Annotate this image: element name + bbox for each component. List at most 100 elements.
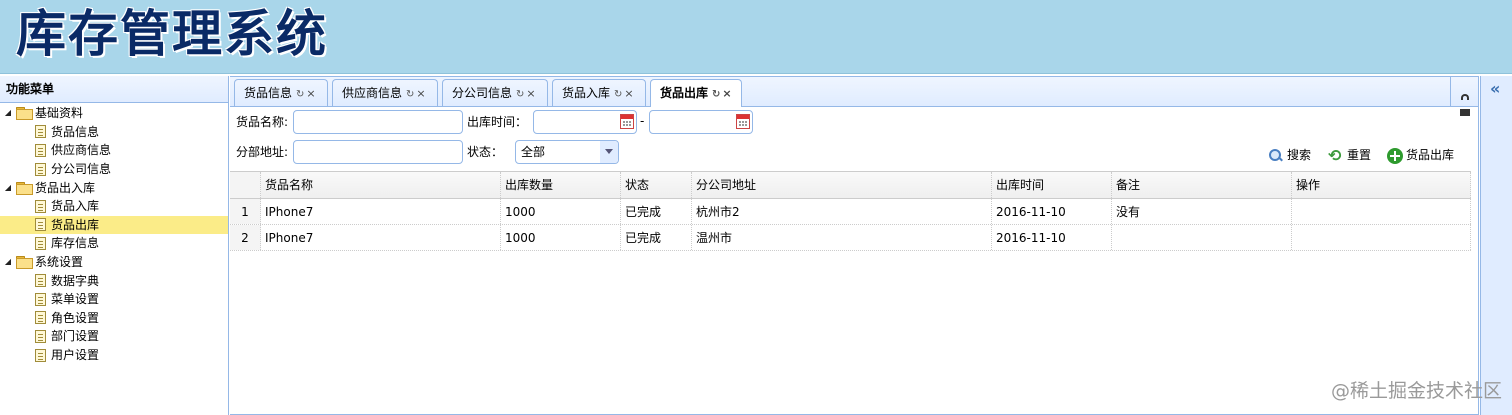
folder-open-icon — [16, 256, 33, 270]
cell-operation — [1292, 199, 1471, 224]
menu-tree: ◢ 基础资料 货品信息 供应商信息 分公司信息 ◢ 货品出入库 货品入库 货品出… — [0, 103, 228, 364]
cell-remark: 没有 — [1112, 199, 1292, 224]
folder-open-icon — [16, 181, 33, 195]
cell-branch-address: 杭州市2 — [692, 199, 992, 224]
row-number: 2 — [230, 225, 261, 250]
tree-group-basic-data[interactable]: ◢ 基础资料 — [0, 104, 228, 123]
app-header: 库存管理系统 — [0, 0, 1512, 74]
tree-item-menu-settings[interactable]: 菜单设置 — [0, 290, 228, 309]
tab-strip: 货品信息 ↻ × 供应商信息 ↻ × 分公司信息 ↻ × 货品入库 ↻ × 货品出库 ↻ × — [230, 77, 1478, 116]
outbound-button-label: 货品出库 — [1406, 148, 1455, 162]
expand-icon[interactable]: ◢ — [2, 104, 14, 122]
app-title: 库存管理系统 — [16, 5, 328, 63]
file-icon — [35, 162, 46, 176]
cell-quantity: 1000 — [501, 225, 621, 250]
start-date-input[interactable] — [533, 110, 637, 134]
tree-group-label: 基础资料 — [35, 106, 84, 121]
column-header[interactable]: 出库数量 — [501, 172, 621, 198]
column-header[interactable]: 分公司地址 — [692, 172, 992, 198]
reset-button[interactable]: 重置 — [1328, 144, 1371, 167]
status-label: 状态： — [467, 145, 504, 159]
tree-item-goods-inbound[interactable]: 货品入库 — [0, 197, 228, 216]
goods-name-input[interactable] — [293, 110, 463, 134]
row-number: 1 — [230, 199, 261, 224]
tree-item-label: 部门设置 — [51, 329, 100, 344]
column-header[interactable]: 备注 — [1112, 172, 1292, 198]
close-icon[interactable]: × — [306, 81, 315, 107]
double-chevron-left-icon[interactable]: « — [1490, 79, 1500, 98]
tab-supplier-info[interactable]: 供应商信息 ↻ × — [332, 79, 438, 106]
refresh-icon[interactable]: ↻ — [712, 82, 720, 108]
close-icon[interactable]: × — [624, 81, 633, 107]
tree-group-goods-in-out[interactable]: ◢ 货品出入库 — [0, 178, 228, 197]
tree-item-supplier-info[interactable]: 供应商信息 — [0, 141, 228, 160]
refresh-icon[interactable]: ↻ — [516, 82, 524, 108]
tree-item-label: 角色设置 — [51, 310, 100, 325]
close-icon[interactable]: × — [722, 81, 731, 107]
column-header[interactable]: 状态 — [621, 172, 692, 198]
tree-group-system-settings[interactable]: ◢ 系统设置 — [0, 253, 228, 272]
file-icon — [35, 236, 46, 250]
status-select[interactable]: 全部 — [515, 140, 619, 164]
sidebar-title: 功能菜单 — [0, 76, 228, 103]
end-date-input[interactable] — [649, 110, 753, 134]
cell-quantity: 1000 — [501, 199, 621, 224]
grid-header: 货品名称 出库数量 状态 分公司地址 出库时间 备注 操作 — [230, 172, 1471, 199]
outbound-button[interactable]: 货品出库 — [1387, 144, 1454, 166]
refresh-icon[interactable]: ↻ — [406, 82, 414, 108]
calendar-icon[interactable] — [620, 114, 634, 129]
sidebar: 功能菜单 ◢ 基础资料 货品信息 供应商信息 分公司信息 ◢ 货品出入库 货品入… — [0, 76, 229, 415]
tree-item-label: 数据字典 — [51, 273, 100, 288]
branch-address-label: 分部地址: — [236, 145, 289, 159]
expand-icon[interactable]: ◢ — [2, 179, 14, 197]
cell-operation — [1292, 225, 1471, 250]
table-row[interactable]: 1 IPhone7 1000 已完成 杭州市2 2016-11-10 没有 — [230, 199, 1471, 225]
close-icon[interactable]: × — [416, 81, 425, 107]
cell-status: 已完成 — [621, 225, 692, 250]
tree-item-stock-info[interactable]: 库存信息 — [0, 234, 228, 253]
tree-item-branch-info[interactable]: 分公司信息 — [0, 160, 228, 179]
file-icon — [35, 125, 46, 139]
cell-outbound-time: 2016-11-10 — [992, 199, 1112, 224]
rownum-header — [230, 172, 261, 198]
search-button[interactable]: 搜索 — [1268, 144, 1311, 166]
tab-branch-info[interactable]: 分公司信息 ↻ × — [442, 79, 548, 106]
tab-goods-outbound[interactable]: 货品出库 ↻ × — [650, 79, 742, 107]
outbound-datagrid: 货品名称 出库数量 状态 分公司地址 出库时间 备注 操作 1 IPhone7 … — [230, 171, 1471, 251]
tree-item-department-settings[interactable]: 部门设置 — [0, 327, 228, 346]
chevron-down-icon[interactable] — [600, 141, 618, 163]
folder-open-icon — [16, 107, 33, 121]
tab-goods-info[interactable]: 货品信息 ↻ × — [234, 79, 328, 106]
tab-label: 货品信息 — [244, 86, 293, 100]
expand-icon[interactable]: ◢ — [2, 253, 14, 271]
refresh-icon — [1328, 145, 1344, 167]
close-icon[interactable]: × — [526, 81, 535, 107]
search-icon — [1268, 148, 1284, 164]
goods-name-label: 货品名称: — [236, 115, 289, 129]
cell-branch-address: 温州市 — [692, 225, 992, 250]
lock-icon[interactable] — [1450, 77, 1478, 116]
column-header[interactable]: 操作 — [1292, 172, 1471, 198]
tree-item-user-settings[interactable]: 用户设置 — [0, 346, 228, 365]
cell-status: 已完成 — [621, 199, 692, 224]
column-header[interactable]: 货品名称 — [261, 172, 501, 198]
tab-label: 分公司信息 — [452, 86, 513, 100]
tree-item-label: 分公司信息 — [51, 162, 112, 177]
tree-item-goods-outbound[interactable]: 货品出库 — [0, 215, 228, 235]
calendar-icon[interactable] — [736, 114, 750, 129]
table-row[interactable]: 2 IPhone7 1000 已完成 温州市 2016-11-10 — [230, 225, 1471, 251]
tree-item-label: 库存信息 — [51, 236, 100, 251]
file-icon — [35, 329, 46, 343]
refresh-icon[interactable]: ↻ — [296, 82, 304, 108]
file-icon — [35, 199, 46, 213]
tab-label: 供应商信息 — [342, 86, 403, 100]
file-icon — [35, 274, 46, 288]
tree-item-data-dictionary[interactable]: 数据字典 — [0, 271, 228, 290]
refresh-icon[interactable]: ↻ — [614, 82, 622, 108]
tab-goods-inbound[interactable]: 货品入库 ↻ × — [552, 79, 646, 106]
column-header[interactable]: 出库时间 — [992, 172, 1112, 198]
cell-remark — [1112, 225, 1292, 250]
tree-item-role-settings[interactable]: 角色设置 — [0, 309, 228, 328]
tree-item-goods-info[interactable]: 货品信息 — [0, 123, 228, 142]
branch-address-input[interactable] — [293, 140, 463, 164]
